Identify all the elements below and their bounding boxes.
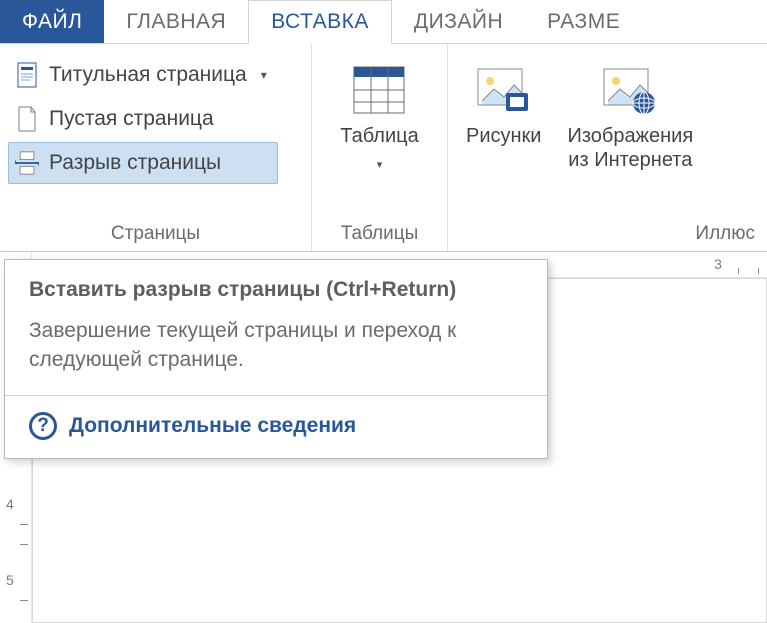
- tab-design[interactable]: ДИЗАЙН: [392, 0, 525, 43]
- ribbon: Титульная страница ▾ Пустая страница: [0, 44, 767, 252]
- ruler-number: 4: [6, 496, 14, 512]
- tab-size[interactable]: РАЗМЕ: [525, 0, 642, 43]
- online-pictures-button[interactable]: Изображения из Интернета: [557, 48, 703, 172]
- tooltip-more-link[interactable]: ? Дополнительные сведения: [29, 396, 527, 458]
- table-icon: [351, 62, 407, 118]
- tooltip-more-label: Дополнительные сведения: [69, 414, 356, 438]
- dropdown-caret-icon: ▾: [261, 68, 267, 82]
- group-illustrations: Рисунки Изобра: [448, 44, 767, 251]
- help-icon: ?: [29, 412, 57, 440]
- online-pictures-icon: [602, 62, 658, 118]
- blank-page-icon: [15, 105, 39, 133]
- ruler-number: 3: [714, 256, 722, 272]
- ruler-number: 5: [6, 572, 14, 588]
- tab-home[interactable]: ГЛАВНАЯ: [104, 0, 248, 43]
- pictures-button-label: Рисунки: [466, 124, 541, 148]
- online-pictures-label2: из Интернета: [567, 148, 693, 172]
- page-break-label: Разрыв страницы: [49, 151, 221, 175]
- tooltip-title: Вставить разрыв страницы (Ctrl+Return): [29, 278, 527, 302]
- pictures-button[interactable]: Рисунки: [456, 48, 551, 148]
- group-pages: Титульная страница ▾ Пустая страница: [0, 44, 312, 251]
- blank-page-label: Пустая страница: [49, 107, 214, 131]
- dropdown-caret-icon: ▾: [377, 158, 383, 171]
- tooltip-page-break: Вставить разрыв страницы (Ctrl+Return) З…: [4, 259, 548, 459]
- tab-strip: ФАЙЛ ГЛАВНАЯ ВСТАВКА ДИЗАЙН РАЗМЕ: [0, 0, 767, 44]
- page-break-icon: [15, 149, 39, 177]
- blank-page-button[interactable]: Пустая страница: [8, 98, 278, 140]
- tooltip-body: Завершение текущей страницы и переход к …: [29, 316, 527, 395]
- page-break-button[interactable]: Разрыв страницы: [8, 142, 278, 184]
- tab-file[interactable]: ФАЙЛ: [0, 0, 104, 43]
- group-illustrations-label: Иллюс: [456, 219, 759, 251]
- table-button[interactable]: Таблица ▾: [330, 48, 428, 171]
- cover-page-label: Титульная страница: [49, 63, 247, 87]
- tab-insert[interactable]: ВСТАВКА: [248, 0, 392, 44]
- cover-page-button[interactable]: Титульная страница ▾: [8, 54, 278, 96]
- table-button-label: Таблица: [340, 124, 418, 148]
- group-tables: Таблица ▾ Таблицы: [312, 44, 448, 251]
- pictures-icon: [476, 62, 532, 118]
- online-pictures-label1: Изображения: [567, 124, 693, 148]
- group-pages-label: Страницы: [8, 219, 303, 251]
- group-tables-label: Таблицы: [320, 219, 439, 251]
- cover-page-icon: [15, 61, 39, 89]
